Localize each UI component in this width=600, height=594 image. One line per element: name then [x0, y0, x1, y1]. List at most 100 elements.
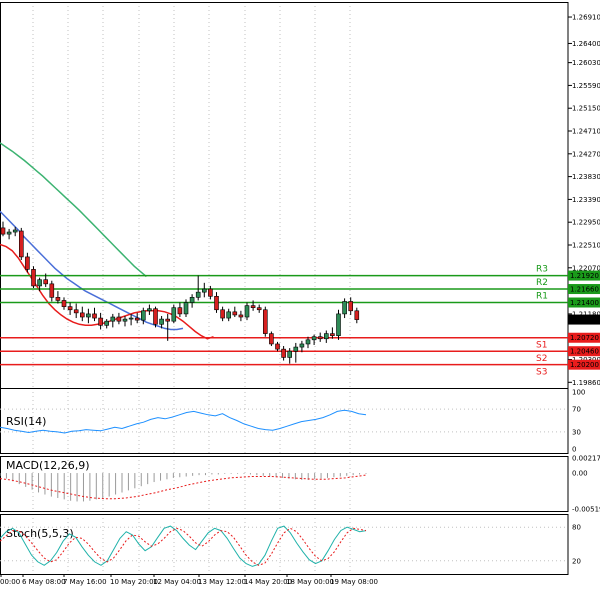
candle-body	[80, 312, 85, 318]
candle-body	[238, 314, 244, 318]
price-tick-label: 1.22510	[572, 241, 600, 249]
candle-body	[244, 305, 250, 318]
level-name-r3: R3	[536, 265, 548, 275]
candle-body	[122, 318, 128, 322]
macd-label: MACD(12,26,9)	[6, 459, 90, 472]
time-tick-label: 00:00	[0, 578, 20, 586]
time-tick-label: 13 May 12:00	[198, 578, 246, 586]
stoch-tick-label: 80	[572, 524, 581, 532]
candle	[262, 306, 268, 337]
price-tick-label: 1.23390	[572, 196, 600, 204]
candle-body	[354, 310, 360, 320]
candle	[31, 266, 36, 289]
candle-body	[0, 227, 6, 235]
candle-body	[177, 307, 183, 315]
candle-body	[183, 302, 189, 315]
candle-body	[12, 229, 18, 233]
price-tick-label: 1.24710	[572, 128, 600, 136]
candle-body	[281, 348, 286, 358]
candle-body	[226, 311, 231, 319]
candle-body	[269, 333, 274, 345]
price-tick-label: 1.24270	[572, 150, 600, 158]
macd-tick-label: 0.002174	[572, 455, 600, 463]
candle-body	[330, 333, 335, 336]
candle-body	[323, 333, 329, 340]
candle-body	[141, 310, 146, 321]
candle-body	[73, 309, 79, 314]
price-tick-label: 1.25150	[572, 105, 600, 113]
candle-body	[342, 301, 347, 315]
level-price-label: 1.20720	[570, 334, 599, 342]
time-tick-label: 18 May 00:00	[286, 578, 334, 586]
candle-body	[31, 269, 36, 287]
current-price-label: 1.21071	[570, 316, 599, 324]
candle-body	[293, 346, 299, 352]
candle-body	[61, 300, 67, 307]
candle	[336, 309, 341, 340]
candle-body	[348, 301, 354, 312]
price-tick-label: 1.26910	[572, 14, 600, 22]
rsi-tick-label: 30	[572, 428, 581, 436]
level-name-s3: S3	[536, 368, 547, 378]
candle-body	[214, 295, 219, 311]
candle-body	[18, 230, 24, 258]
candle-body	[55, 297, 61, 301]
candle-body	[6, 231, 12, 235]
candle	[153, 306, 158, 328]
candle-body	[275, 343, 280, 350]
candle-body	[98, 317, 103, 326]
level-price-label: 1.21660	[570, 286, 599, 294]
current-price-box: 1.21071	[568, 314, 600, 325]
rsi-tick-label: 0	[572, 446, 576, 454]
level-name-r2: R2	[536, 278, 548, 288]
price-tick-label: 1.22950	[572, 219, 600, 227]
candle-body	[287, 350, 293, 358]
candle-body	[67, 306, 73, 311]
forex-chart: 1.26910 1.26400 1.26030 1.25590 1.25150 1.247…	[0, 0, 600, 594]
candle-body	[305, 339, 311, 345]
candle-body	[195, 291, 201, 298]
price-tick-label: 1.23830	[572, 173, 600, 181]
time-tick-label: 19 May 08:00	[330, 578, 378, 586]
candle	[18, 227, 24, 261]
macd-tick-label: -0.005191	[572, 506, 600, 514]
candle-body	[256, 307, 262, 311]
candle-body	[49, 283, 55, 298]
candle-body	[116, 316, 122, 322]
candle-body	[250, 305, 256, 308]
level-price-label: 1.21920	[570, 272, 599, 280]
stoch-tick-label: 20	[572, 557, 581, 565]
candle-body	[220, 309, 225, 319]
candle-body	[104, 320, 109, 326]
level-name-r1: R1	[536, 292, 548, 302]
time-tick-label: 10 May 20:00	[110, 578, 158, 586]
stoch-label: Stoch(5,5,3)	[6, 527, 74, 540]
time-tick-label: 14 May 20:00	[244, 578, 292, 586]
rsi-tick-label: 70	[572, 406, 581, 414]
time-tick-label: 6 May 08:00	[22, 578, 66, 586]
candle-body	[86, 313, 91, 318]
candle-body	[317, 336, 323, 340]
candle-body	[189, 297, 195, 303]
candle-body	[159, 318, 164, 325]
level-price-label: 1.20460	[570, 348, 599, 356]
candle-body	[336, 313, 341, 336]
candle-body	[311, 336, 317, 341]
rsi-label: RSI(14)	[6, 415, 46, 428]
time-tick-label: 12 May 04:00	[153, 578, 201, 586]
price-tick-label: 1.19860	[572, 379, 600, 387]
time-tick-label: 7 May 16:00	[63, 578, 107, 586]
candle	[269, 331, 274, 347]
level-price-label: 1.20200	[570, 361, 599, 369]
candle-body	[25, 256, 30, 270]
candle-body	[262, 309, 268, 334]
macd-tick-label: 0.00	[572, 470, 588, 478]
level-price-label: 1.21400	[570, 299, 599, 307]
candle-body	[134, 317, 140, 321]
level-name-s1: S1	[536, 341, 547, 351]
price-tick-label: 1.25590	[572, 82, 600, 90]
candle-body	[232, 311, 238, 316]
candle-body	[171, 307, 177, 322]
candle-body	[92, 313, 97, 319]
rsi-tick-label: 100	[572, 389, 585, 397]
